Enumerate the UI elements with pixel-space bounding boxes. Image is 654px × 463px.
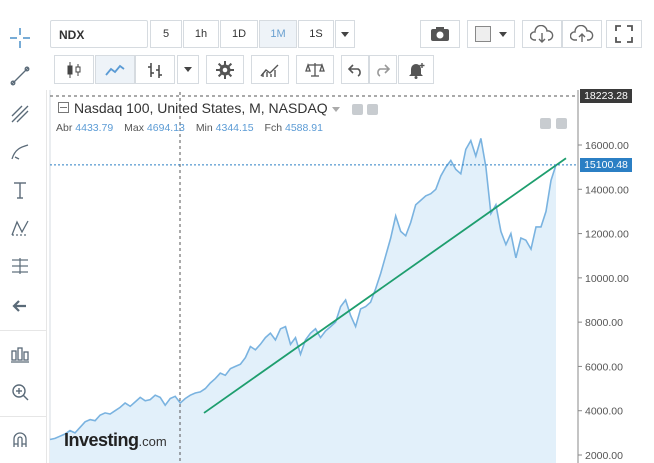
y-tick-label: 4000.00 — [585, 406, 623, 418]
stat-value: 4433.79 — [75, 122, 114, 134]
visibility-icon[interactable] — [351, 103, 363, 115]
ohlc-stats: Abr 4433.79 Max 4694.13 Min 4344.15 Fch … — [56, 122, 331, 134]
scroll-down-icon[interactable] — [540, 118, 551, 129]
chevron-down-icon[interactable] — [331, 106, 340, 112]
y-tick-label: 2000.00 — [585, 450, 623, 462]
stat-label: Fch — [264, 122, 283, 134]
y-tick-label: 6000.00 — [585, 361, 623, 373]
logo-text: Investing — [64, 430, 139, 450]
y-tick-label: 8000.00 — [585, 317, 623, 329]
current-price-tag: 15100.48 — [580, 157, 632, 172]
collapse-icon[interactable] — [58, 102, 69, 113]
investing-logo: Investing.com — [64, 430, 167, 451]
stat-value: 4694.13 — [146, 122, 185, 134]
y-tick-label: 16000.00 — [585, 140, 629, 152]
chart-canvas[interactable]: 16000.00 14000.00 12000.00 10000.00 8000.00 6… — [0, 0, 654, 463]
stat-value: 4588.91 — [284, 122, 323, 134]
stat-label: Min — [195, 122, 213, 134]
chart-title: Nasdaq 100, United States, M, NASDAQ — [74, 100, 328, 116]
logo-suffix: .com — [138, 434, 167, 449]
scroll-up-icon[interactable] — [556, 118, 567, 129]
top-price-tag: 18223.28 — [580, 89, 632, 103]
y-tick-label: 10000.00 — [585, 273, 629, 285]
y-tick-label: 14000.00 — [585, 184, 629, 196]
stat-label: Abr — [56, 122, 73, 134]
chart-title-row: Nasdaq 100, United States, M, NASDAQ — [58, 100, 379, 116]
stat-value: 4344.15 — [215, 122, 254, 134]
y-tick-label: 12000.00 — [585, 229, 629, 241]
stat-label: Max — [124, 122, 144, 134]
settings-small-icon[interactable] — [367, 103, 379, 115]
